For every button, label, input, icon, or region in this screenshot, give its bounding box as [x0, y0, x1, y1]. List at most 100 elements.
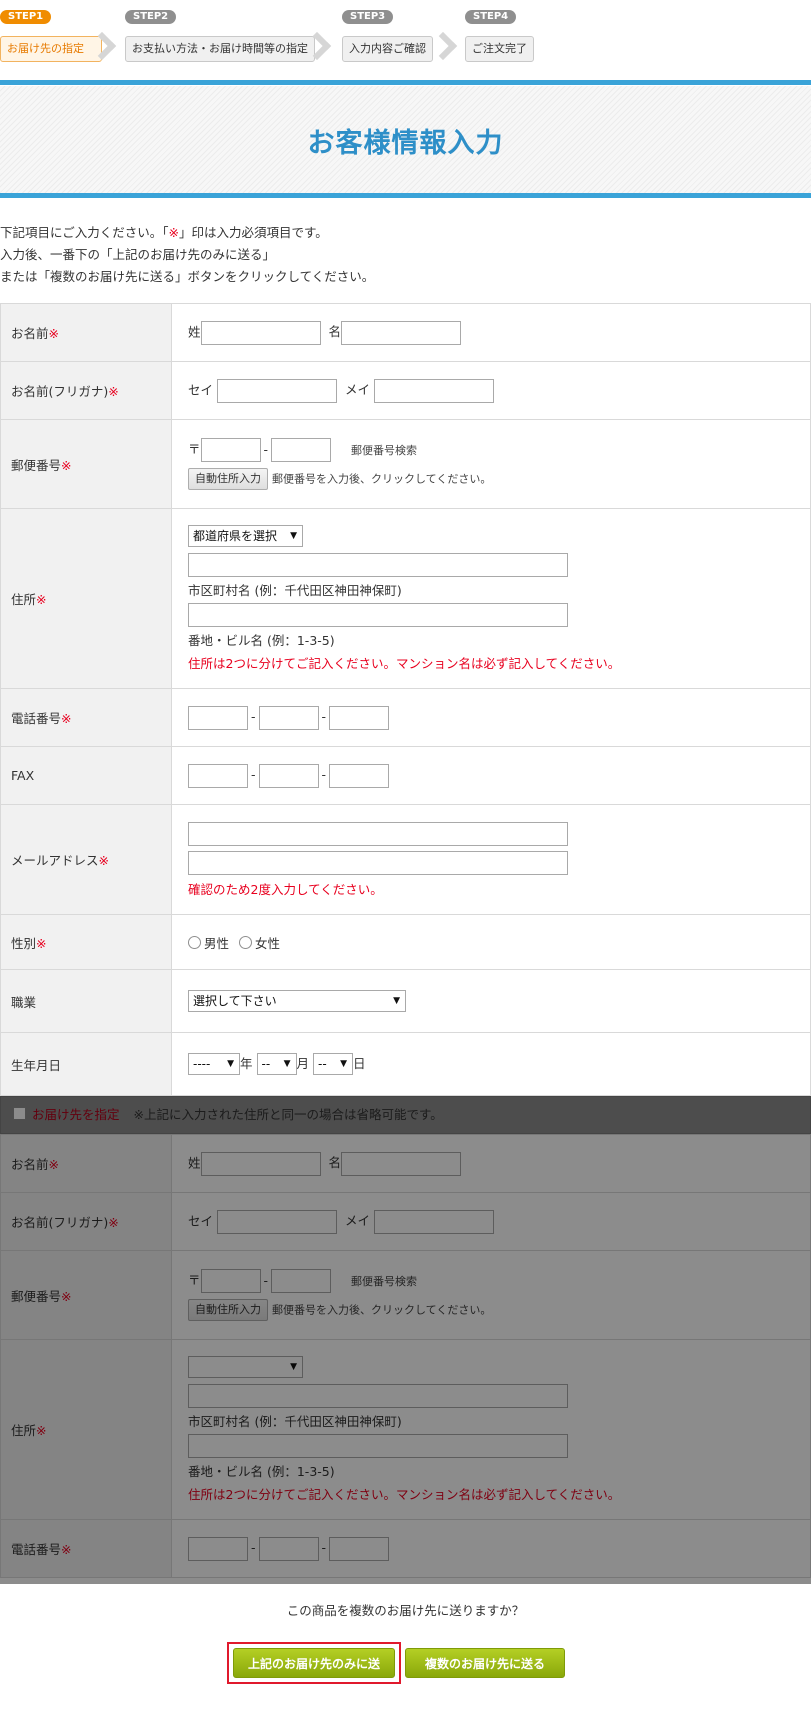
zip-first-input[interactable]	[200, 438, 261, 462]
mei-kana-label: メイ	[344, 382, 370, 397]
birth-month-select[interactable]: -- ▼	[256, 1053, 297, 1076]
female-label: 女性	[255, 935, 281, 951]
ship-tel-1-input[interactable]	[188, 1536, 248, 1561]
dropdown-arrow-icon: ▼	[340, 1059, 347, 1070]
address-note: 住所は2つに分けてご記入ください。マンション名は必ず記入してください。	[188, 656, 621, 671]
fax-dash: -	[251, 767, 256, 782]
ship-street-input[interactable]	[188, 1434, 568, 1458]
shipping-checkbox-label: お届け先を指定	[32, 1107, 120, 1122]
ship-street-line	[188, 1434, 810, 1458]
street-input[interactable]	[188, 603, 568, 627]
select-value: 都道府県を選択	[193, 529, 278, 543]
select-value: --	[318, 1057, 327, 1072]
required-mark: ※	[36, 935, 47, 951]
ship-first-name-input[interactable]	[341, 1151, 462, 1176]
label-text: 職業	[11, 994, 37, 1010]
fax-3-input[interactable]	[329, 763, 390, 788]
ship-prefecture-select[interactable]: ▼	[188, 1356, 303, 1378]
last-name-kana-input[interactable]	[217, 378, 337, 403]
intro-part: 下記項目にご入力ください。「	[0, 225, 169, 240]
field-fax: --	[171, 746, 811, 805]
field-zip: 〒 - 郵便番号検索 自動住所入力 郵便番号を入力後、クリックしてください。	[171, 419, 811, 509]
ship-auto-address-button[interactable]: 自動住所入力	[188, 1299, 268, 1321]
tel-2-input[interactable]	[258, 705, 319, 730]
zip-second-input[interactable]	[271, 438, 332, 462]
zip-line: 〒 - 郵便番号検索	[188, 438, 810, 462]
auto-address-button[interactable]: 自動住所入力	[188, 468, 268, 490]
step-navigation: STEP1 お届け先の指定 STEP2 お支払い方法・お届け時間等の指定 STE…	[0, 0, 811, 82]
required-mark: ※	[61, 1288, 72, 1304]
male-radio[interactable]	[188, 935, 201, 949]
tel-dash: -	[251, 709, 256, 724]
multi-destination-question: この商品を複数のお届け先に送りますか？	[286, 1603, 525, 1618]
ship-city-input[interactable]	[188, 1384, 568, 1408]
mei-label: 名	[328, 324, 342, 339]
ship-first-name-kana-input[interactable]	[373, 1209, 494, 1234]
email-line	[188, 821, 810, 846]
field-gender: 男性 女性	[171, 914, 811, 970]
ship-zip-second-input[interactable]	[271, 1269, 332, 1293]
birth-day-select[interactable]: -- ▼	[313, 1053, 353, 1076]
send-single-destination-button[interactable]: 上記のお届け先のみに送る	[233, 1648, 395, 1701]
dropdown-arrow-icon: ▼	[290, 1362, 297, 1372]
divider	[0, 193, 811, 198]
field-birth: ---- ▼ 年 -- ▼ 月 -- ▼ 日	[171, 1032, 811, 1096]
fax-2-input[interactable]	[258, 763, 319, 788]
ship-row-tel: 電話番号※ --	[0, 1519, 811, 1578]
ship-last-name-kana-input[interactable]	[217, 1209, 337, 1234]
row-address: 住所※ 都道府県を選択 ▼ 市区町村名 (例：千代田区神田神保町) 番地・ビル名 …	[0, 508, 811, 689]
pref-line: 都道府県を選択 ▼	[188, 525, 810, 547]
divider	[0, 80, 811, 85]
select-value: ----	[193, 1057, 211, 1072]
step-4-tag: STEP4	[465, 10, 517, 24]
ship-zip-line: 〒 - 郵便番号検索	[188, 1269, 810, 1293]
female-radio[interactable]	[239, 935, 252, 949]
ship-row-zip: 郵便番号※ 〒 - 郵便番号検索 自動住所入力 郵便番号を入力後、クリックしてくだ…	[0, 1250, 811, 1340]
ship-zip-first-input[interactable]	[200, 1269, 261, 1293]
prefecture-select[interactable]: 都道府県を選択 ▼	[188, 525, 303, 547]
day-unit: 日	[353, 1055, 366, 1071]
city-input[interactable]	[188, 553, 568, 577]
required-mark: ※	[61, 457, 72, 473]
fax-1-input[interactable]	[188, 763, 248, 788]
auto-address-line: 自動住所入力 郵便番号を入力後、クリックしてください。	[188, 468, 810, 490]
title-band: お客様情報入力	[0, 86, 811, 194]
ship-row-name: お名前※ 姓 名	[0, 1134, 811, 1193]
label-text: メールアドレス	[11, 853, 99, 868]
label-text: お名前	[11, 1157, 49, 1172]
label-text: FAX	[11, 768, 35, 783]
ship-tel-3-input[interactable]	[329, 1536, 390, 1561]
first-name-input[interactable]	[341, 320, 462, 345]
step-1-tag: STEP1	[0, 10, 52, 24]
label-text: 郵便番号	[11, 1288, 62, 1304]
ship-row-address: 住所※ ▼ 市区町村名 (例：千代田区神田神保町) 番地・ビル名 (例：1-3-…	[0, 1339, 811, 1520]
label-text: お名前	[11, 326, 49, 341]
zip-dash: -	[263, 441, 269, 457]
send-multiple-destinations-button[interactable]: 複数のお届け先に送る	[405, 1648, 565, 1678]
birth-year-select[interactable]: ---- ▼	[188, 1053, 240, 1076]
email-input[interactable]	[188, 821, 568, 846]
row-job: 職業 選択して下さい ▼	[0, 969, 811, 1033]
customer-form: お名前※ 姓 名 お名前(フリガナ)※ セイ メイ 郵便番号※ 〒 - 郵便番号検…	[0, 303, 811, 1096]
ship-field-kana: セイ メイ	[171, 1192, 811, 1251]
email-confirm-line	[188, 850, 810, 875]
ship-zip-search-link[interactable]: 郵便番号検索	[351, 1275, 417, 1288]
tel-3-input[interactable]	[329, 705, 390, 730]
shipping-header: お届け先を指定 ※上記に入力された住所と同一の場合は省略可能です。	[0, 1096, 811, 1134]
tel-1-input[interactable]	[188, 705, 248, 730]
ship-last-name-input[interactable]	[200, 1151, 321, 1176]
required-mark: ※	[48, 326, 59, 341]
ship-tel-2-input[interactable]	[258, 1536, 319, 1561]
email-confirm-input[interactable]	[188, 850, 568, 875]
shipping-checkbox[interactable]	[13, 1107, 26, 1120]
job-select[interactable]: 選択して下さい ▼	[188, 990, 406, 1012]
page: STEP1 お届け先の指定 STEP2 お支払い方法・お届け時間等の指定 STE…	[0, 0, 811, 1701]
ship-auto-address-line: 自動住所入力 郵便番号を入力後、クリックしてください。	[188, 1299, 810, 1321]
ship-field-tel: --	[171, 1519, 811, 1578]
sei-kana-label: セイ	[188, 382, 214, 397]
first-name-kana-input[interactable]	[373, 378, 494, 403]
ship-pref-line: ▼	[188, 1356, 810, 1378]
last-name-input[interactable]	[200, 320, 321, 345]
zip-search-link[interactable]: 郵便番号検索	[351, 444, 417, 457]
required-mark: ※	[98, 853, 109, 868]
